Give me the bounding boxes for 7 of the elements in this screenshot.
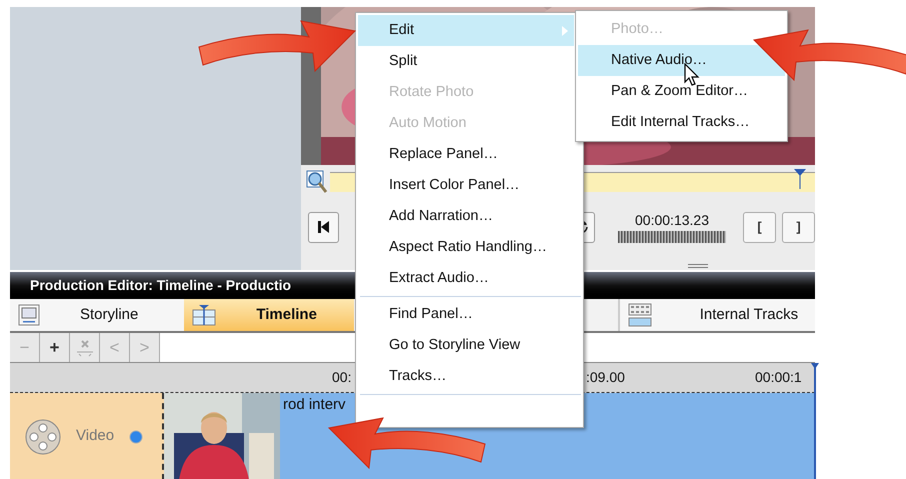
ruler-label: :09.00 (586, 368, 625, 387)
ruler-label: 00:00:1 (755, 368, 802, 387)
track-label: Video (76, 426, 114, 446)
clip-title: rod interv (283, 396, 346, 413)
timecode: 00:00:13.23 (635, 211, 709, 229)
window-title: Production Editor: Timeline - Productio (30, 276, 292, 295)
ruler-label: 00: (332, 368, 352, 387)
